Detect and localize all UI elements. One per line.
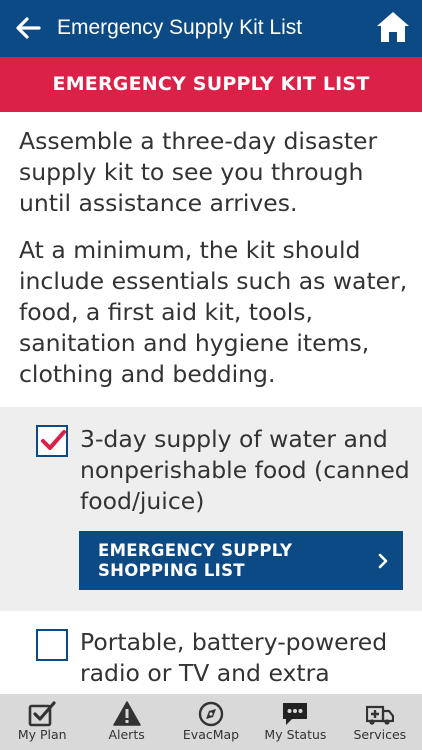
tab-my-plan[interactable]: My Plan — [0, 694, 84, 750]
tab-services[interactable]: Services — [338, 694, 422, 750]
tab-label: Alerts — [108, 727, 145, 742]
checklist-item: 3-day supply of water and nonperishable … — [0, 407, 422, 611]
tab-label: Services — [353, 727, 407, 742]
intro-text: Assemble a three-day disaster supply kit… — [19, 126, 411, 390]
intro-paragraph: At a minimum, the kit should include ess… — [19, 236, 408, 388]
checklist-item: Portable, battery-powered radio or TV an… — [0, 611, 422, 694]
tab-label: My Plan — [17, 727, 67, 742]
alert-icon — [112, 701, 141, 726]
bottom-tab-bar: My Plan Alerts EvacMap My Status Service… — [0, 694, 422, 750]
tab-label: EvacMap — [182, 727, 240, 742]
checkmark-icon — [41, 430, 66, 450]
back-arrow-icon[interactable] — [14, 14, 42, 42]
shopping-list-button[interactable]: EMERGENCY SUPPLY SHOPPING LIST — [79, 531, 403, 590]
checklist-item-label: 3-day supply of water and nonperishable … — [80, 425, 410, 515]
home-icon[interactable] — [376, 11, 410, 43]
tab-label: My Status — [264, 727, 327, 742]
intro-paragraph: Assemble a three-day disaster supply kit… — [19, 127, 378, 217]
compass-icon — [198, 701, 224, 727]
checklist-item-label: Portable, battery-powered radio or TV an… — [80, 628, 388, 687]
tab-my-status[interactable]: My Status — [253, 694, 337, 750]
shopping-list-button-label: EMERGENCY SUPPLY SHOPPING LIST — [98, 541, 293, 580]
chevron-right-icon — [378, 553, 388, 569]
section-banner: EMERGENCY SUPPLY KIT LIST — [0, 57, 422, 112]
page-title: Emergency Supply Kit List — [57, 16, 303, 39]
tab-alerts[interactable]: Alerts — [84, 694, 168, 750]
checkbox-unchecked[interactable] — [36, 629, 68, 661]
app-bar: Emergency Supply Kit List — [0, 0, 422, 57]
checkbox-checked[interactable] — [36, 425, 68, 457]
my-plan-icon — [28, 701, 56, 727]
tab-evacmap[interactable]: EvacMap — [169, 694, 253, 750]
chat-icon — [283, 703, 308, 725]
ambulance-icon — [365, 705, 394, 725]
